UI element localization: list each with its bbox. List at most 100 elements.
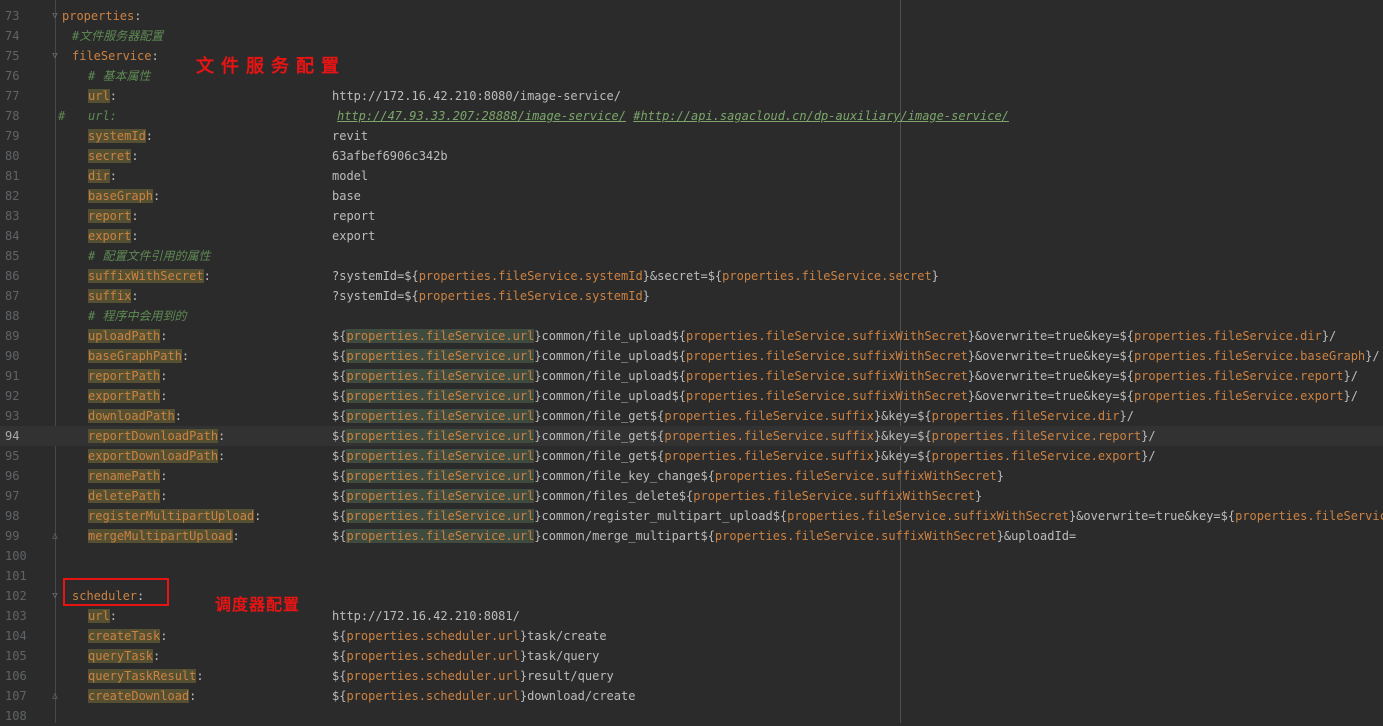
- code-segment: ${properties.fileService.url}common/file…: [332, 326, 1336, 346]
- fold-start-icon[interactable]: ▽: [47, 6, 63, 26]
- line-number: 84: [5, 226, 19, 246]
- code-line-78[interactable]: 78#url:http://47.93.33.207:28888/image-s…: [0, 106, 1383, 126]
- code-segment: report:: [88, 206, 139, 226]
- line-number: 75: [5, 46, 19, 66]
- code-line-89[interactable]: 89uploadPath:${properties.fileService.ur…: [0, 326, 1383, 346]
- code-line-104[interactable]: 104createTask:${properties.scheduler.url…: [0, 626, 1383, 646]
- code-segment: dir:: [88, 166, 117, 186]
- code-segment: # 基本属性: [88, 66, 150, 86]
- line-number: 99: [5, 526, 19, 546]
- code-line-101[interactable]: 101: [0, 566, 1383, 586]
- code-segment: reportPath:: [88, 366, 167, 386]
- line-number: 102: [5, 586, 27, 606]
- line-number: 90: [5, 346, 19, 366]
- code-line-74[interactable]: 74 #文件服务器配置: [0, 26, 1383, 46]
- line-number: 100: [5, 546, 27, 566]
- code-segment: report: [332, 206, 375, 226]
- line-number: 79: [5, 126, 19, 146]
- code-segment: secret:: [88, 146, 139, 166]
- fold-start-icon[interactable]: ▽: [47, 586, 63, 606]
- code-segment: #文件服务器配置: [72, 26, 163, 46]
- fold-end-icon[interactable]: △: [47, 526, 63, 546]
- code-segment: suffix:: [88, 286, 139, 306]
- line-number: 73: [5, 6, 19, 26]
- code-line-83[interactable]: 83report:report: [0, 206, 1383, 226]
- code-segment: http://172.16.42.210:8081/: [332, 606, 520, 626]
- code-segment: downloadPath:: [88, 406, 182, 426]
- fold-start-icon[interactable]: ▽: [47, 46, 63, 66]
- code-line-77[interactable]: 77url:http://172.16.42.210:8080/image-se…: [0, 86, 1383, 106]
- code-line-92[interactable]: 92exportPath:${properties.fileService.ur…: [0, 386, 1383, 406]
- code-line-81[interactable]: 81dir:model: [0, 166, 1383, 186]
- code-line-94[interactable]: 94reportDownloadPath:${properties.fileSe…: [0, 426, 1383, 446]
- line-number: 80: [5, 146, 19, 166]
- code-line-91[interactable]: 91reportPath:${properties.fileService.ur…: [0, 366, 1383, 386]
- code-line-85[interactable]: 85# 配置文件引用的属性: [0, 246, 1383, 266]
- code-segment: systemId:: [88, 126, 153, 146]
- code-segment: ${properties.fileService.url}common/file…: [332, 346, 1380, 366]
- code-segment: export: [332, 226, 375, 246]
- code-segment: # 配置文件引用的属性: [88, 246, 210, 266]
- code-segment: http://172.16.42.210:8080/image-service/: [332, 86, 621, 106]
- code-segment: ${properties.scheduler.url}result/query: [332, 666, 614, 686]
- code-segment: mergeMultipartUpload:: [88, 526, 240, 546]
- code-line-108[interactable]: 108: [0, 706, 1383, 726]
- line-number: 74: [5, 26, 19, 46]
- code-segment: ${properties.fileService.url}common/file…: [332, 486, 982, 506]
- code-line-103[interactable]: 103url:http://172.16.42.210:8081/: [0, 606, 1383, 626]
- code-line-75[interactable]: 75 ▽ fileService:: [0, 46, 1383, 66]
- code-segment: ${properties.fileService.url}common/file…: [332, 406, 1134, 426]
- code-line-88[interactable]: 88# 程序中会用到的: [0, 306, 1383, 326]
- line-number: 88: [5, 306, 19, 326]
- code-segment: 63afbef6906c342b: [332, 146, 448, 166]
- line-number: 101: [5, 566, 27, 586]
- line-number: 106: [5, 666, 27, 686]
- code-line-84[interactable]: 84export:export: [0, 226, 1383, 246]
- line-number: 81: [5, 166, 19, 186]
- code-segment: ${properties.fileService.url}common/file…: [332, 466, 1004, 486]
- code-line-95[interactable]: 95exportDownloadPath:${properties.fileSe…: [0, 446, 1383, 466]
- code-segment: renamePath:: [88, 466, 167, 486]
- code-line-93[interactable]: 93 downloadPath: ${properties.fileService.…: [0, 406, 1383, 426]
- code-line-99[interactable]: 99 △ mergeMultipartUpload: ${properties.fil…: [0, 526, 1383, 546]
- line-number: 86: [5, 266, 19, 286]
- code-segment: ?systemId=${properties.fileService.syste…: [332, 266, 939, 286]
- code-line-97[interactable]: 97deletePath:${properties.fileService.ur…: [0, 486, 1383, 506]
- code-segment: ${properties.fileService.url}common/regi…: [332, 506, 1383, 526]
- code-segment: url:: [88, 106, 117, 126]
- code-line-106[interactable]: 106queryTaskResult:${properties.schedule…: [0, 666, 1383, 686]
- code-segment: fileService:: [72, 46, 159, 66]
- code-line-98[interactable]: 98registerMultipartUpload:${properties.f…: [0, 506, 1383, 526]
- code-line-73[interactable]: 73▽properties:: [0, 6, 1383, 26]
- line-number: 96: [5, 466, 19, 486]
- line-number: 107: [5, 686, 27, 706]
- code-segment: ?systemId=${properties.fileService.syste…: [332, 286, 650, 306]
- code-line-102[interactable]: 102 ▽ scheduler:: [0, 586, 1383, 606]
- code-line-87[interactable]: 87suffix:?systemId=${properties.fileServ…: [0, 286, 1383, 306]
- code-line-105[interactable]: 105queryTask:${properties.scheduler.url}…: [0, 646, 1383, 666]
- code-line-96[interactable]: 96 renamePath: ${properties.fileService.ur…: [0, 466, 1383, 486]
- code-rows: 73▽properties:74#文件服务器配置75▽fileService:7…: [0, 6, 1383, 726]
- code-line-90[interactable]: 90baseGraphPath:${properties.fileService…: [0, 346, 1383, 366]
- line-number: 103: [5, 606, 27, 626]
- code-segment: base: [332, 186, 361, 206]
- line-number: 89: [5, 326, 19, 346]
- code-segment: ${properties.fileService.url}common/merg…: [332, 526, 1076, 546]
- code-line-86[interactable]: 86suffixWithSecret:?systemId=${propertie…: [0, 266, 1383, 286]
- line-number: 93: [5, 406, 19, 426]
- code-editor[interactable]: 73▽properties:74#文件服务器配置75▽fileService:7…: [0, 0, 1383, 723]
- code-segment: ${properties.fileService.url}common/file…: [332, 426, 1156, 446]
- code-line-100[interactable]: 100: [0, 546, 1383, 566]
- code-line-79[interactable]: 79systemId:revit: [0, 126, 1383, 146]
- code-line-80[interactable]: 80 secret: 63afbef6906c342b: [0, 146, 1383, 166]
- code-line-76[interactable]: 76# 基本属性: [0, 66, 1383, 86]
- code-segment: ${properties.fileService.url}common/file…: [332, 386, 1358, 406]
- line-number: 82: [5, 186, 19, 206]
- line-number: 91: [5, 366, 19, 386]
- fold-end-icon[interactable]: △: [47, 686, 63, 706]
- code-segment: ${properties.scheduler.url}download/crea…: [332, 686, 635, 706]
- code-segment: queryTask:: [88, 646, 160, 666]
- code-segment: scheduler:: [72, 586, 144, 606]
- code-line-107[interactable]: 107△createDownload:${properties.schedule…: [0, 686, 1383, 706]
- code-line-82[interactable]: 82baseGraph:base: [0, 186, 1383, 206]
